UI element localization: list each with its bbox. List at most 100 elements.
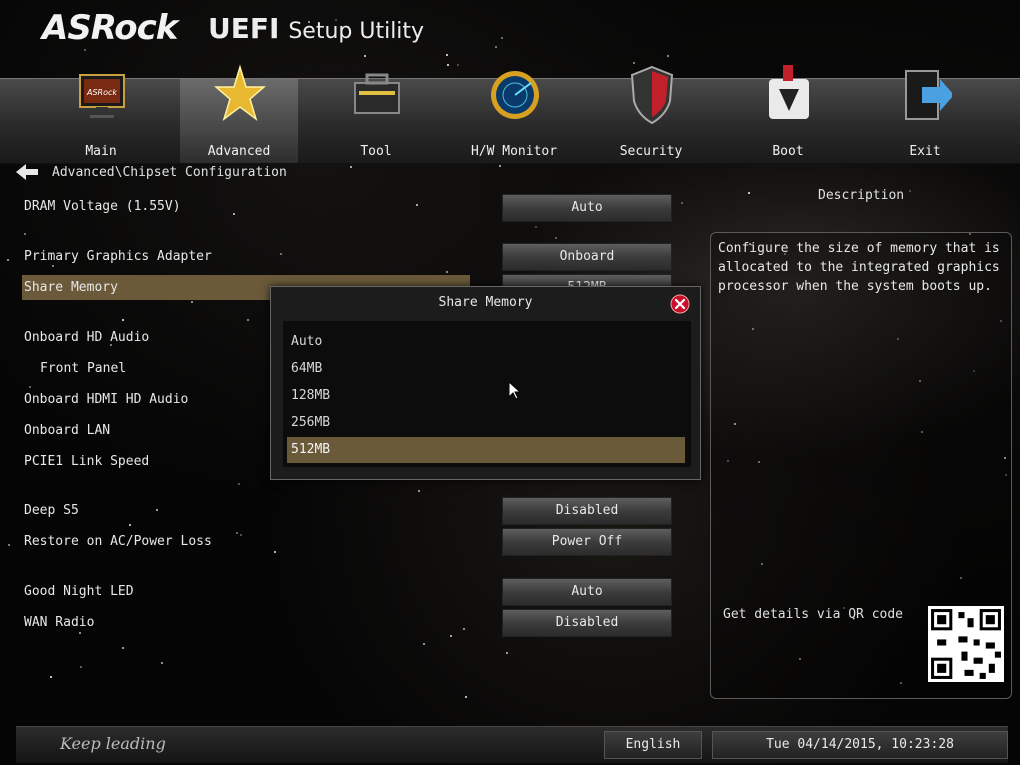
- breadcrumb-path: Advanced\Chipset Configuration: [52, 164, 287, 180]
- tab-hw-monitor-label: H/W Monitor: [470, 144, 558, 159]
- star: [7, 259, 9, 261]
- tab-exit-label: Exit: [909, 144, 941, 159]
- slogan: Keep leading: [60, 734, 166, 753]
- star: [465, 696, 467, 698]
- utility-title: UEFI Setup Utility: [208, 12, 424, 45]
- star: [122, 647, 124, 649]
- tab-main[interactable]: ASRock Main: [42, 74, 160, 163]
- popup-title: Share Memory: [438, 295, 533, 310]
- star: [463, 628, 465, 630]
- star: [535, 226, 537, 228]
- qr-code-icon: [928, 606, 1004, 682]
- good-night-led-value[interactable]: Auto: [502, 578, 672, 606]
- tab-advanced[interactable]: Advanced: [180, 64, 298, 163]
- tab-hw-monitor[interactable]: H/W Monitor: [455, 71, 573, 163]
- star: [274, 551, 276, 553]
- tab-advanced-label: Advanced: [207, 144, 271, 159]
- qr-code-label: Get details via QR code: [723, 607, 904, 622]
- boot-arrow-icon: [769, 65, 809, 119]
- tab-tool-label: Tool: [360, 144, 392, 159]
- primary-graphics-adapter-value[interactable]: Onboard: [502, 243, 672, 271]
- top-navigation: ASRock Main Advanced Tool H/W Monitor Se…: [0, 64, 1020, 164]
- svg-text:ASRock: ASRock: [86, 88, 117, 97]
- star: [233, 213, 235, 215]
- star: [495, 46, 497, 48]
- star: [909, 190, 911, 192]
- title-setup-utility: Setup Utility: [288, 19, 425, 44]
- tab-boot-label: Boot: [772, 144, 804, 159]
- star-icon: [214, 64, 266, 121]
- tab-tool[interactable]: Tool: [317, 73, 435, 163]
- close-icon[interactable]: [670, 294, 690, 314]
- star: [499, 165, 501, 167]
- setting-onboard-hd-audio[interactable]: Onboard HD Audio: [24, 330, 149, 345]
- star: [280, 253, 282, 255]
- star: [79, 632, 81, 634]
- radar-icon: [491, 71, 539, 119]
- setting-onboard-lan[interactable]: Onboard LAN: [24, 423, 110, 438]
- star: [364, 55, 366, 57]
- shield-icon: [630, 65, 674, 125]
- star: [450, 635, 452, 637]
- star: [240, 534, 242, 536]
- star: [555, 237, 557, 239]
- star: [156, 509, 158, 511]
- setting-dram-voltage[interactable]: DRAM Voltage (1.55V): [24, 199, 181, 214]
- setting-good-night-led[interactable]: Good Night LED: [24, 584, 134, 599]
- star: [247, 319, 249, 321]
- tab-security[interactable]: Security: [592, 65, 710, 163]
- star: [80, 666, 82, 668]
- deep-s5-value[interactable]: Disabled: [502, 497, 672, 525]
- star: [416, 204, 418, 206]
- star: [191, 301, 193, 303]
- share-memory-popup: Share Memory Auto 64MB 128MB 256MB 512MB: [270, 286, 701, 480]
- star: [501, 37, 503, 39]
- tab-boot[interactable]: Boot: [729, 65, 847, 163]
- setting-wan-radio[interactable]: WAN Radio: [24, 615, 94, 630]
- star: [447, 64, 449, 66]
- star: [506, 652, 508, 654]
- back-arrow-icon[interactable]: [16, 164, 38, 180]
- tab-security-label: Security: [619, 144, 683, 159]
- star: [446, 54, 448, 56]
- description-text: Configure the size of memory that is all…: [718, 241, 1000, 294]
- setting-primary-graphics-adapter[interactable]: Primary Graphics Adapter: [24, 249, 212, 264]
- setting-front-panel[interactable]: Front Panel: [40, 361, 126, 376]
- star: [423, 643, 425, 645]
- exit-door-icon: [905, 70, 952, 120]
- restore-ac-power-loss-value[interactable]: Power Off: [502, 528, 672, 556]
- datetime-display: Tue 04/14/2015, 10:23:28: [712, 731, 1008, 759]
- star: [418, 490, 420, 492]
- breadcrumb: Advanced\Chipset Configuration: [16, 163, 287, 181]
- setting-deep-s5[interactable]: Deep S5: [24, 503, 79, 518]
- language-selector[interactable]: English: [604, 731, 702, 759]
- star: [681, 202, 683, 204]
- star: [161, 662, 163, 664]
- star: [29, 386, 31, 388]
- star: [24, 233, 26, 235]
- tab-main-label: Main: [85, 144, 117, 159]
- dram-voltage-value[interactable]: Auto: [502, 194, 672, 222]
- star: [8, 544, 10, 546]
- option-64mb[interactable]: 64MB: [287, 356, 685, 382]
- setting-restore-ac-power-loss[interactable]: Restore on AC/Power Loss: [24, 534, 212, 549]
- star: [446, 271, 448, 273]
- title-uefi: UEFI: [208, 12, 280, 45]
- brand-logo: ASRock: [42, 8, 178, 48]
- option-256mb[interactable]: 256MB: [287, 410, 685, 436]
- star: [236, 532, 238, 534]
- option-128mb[interactable]: 128MB: [287, 383, 685, 409]
- description-title: Description: [818, 188, 905, 203]
- star: [84, 49, 86, 51]
- tab-exit[interactable]: Exit: [866, 70, 984, 163]
- option-512mb[interactable]: 512MB: [287, 437, 685, 463]
- star: [50, 676, 52, 678]
- setting-pcie1-link-speed[interactable]: PCIE1 Link Speed: [24, 454, 149, 469]
- setting-onboard-hdmi-hd-audio[interactable]: Onboard HDMI HD Audio: [24, 392, 188, 407]
- popup-option-list: Auto 64MB 128MB 256MB 512MB: [283, 321, 691, 467]
- wan-radio-value[interactable]: Disabled: [502, 609, 672, 637]
- option-auto[interactable]: Auto: [287, 329, 685, 355]
- setting-share-memory[interactable]: Share Memory: [24, 280, 118, 295]
- star: [350, 166, 352, 168]
- mouse-cursor-icon: [509, 382, 521, 400]
